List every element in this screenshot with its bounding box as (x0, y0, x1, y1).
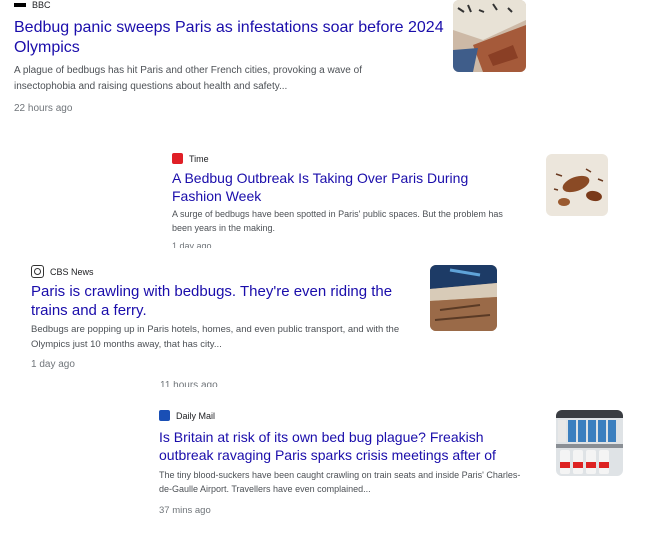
news-card-bbc[interactable]: BBC Bedbug panic sweeps Paris as infesta… (12, 0, 532, 118)
news-card-cbs[interactable]: CBS News Paris is crawling with bedbugs.… (28, 260, 503, 378)
article-title[interactable]: Paris is crawling with bedbugs. They're … (31, 283, 426, 321)
article-thumbnail[interactable] (546, 154, 608, 216)
news-card-time[interactable]: Time A Bedbug Outbreak Is Taking Over Pa… (170, 150, 610, 248)
news-card-dailymail[interactable]: Daily Mail Is Britain at risk of its own… (156, 405, 626, 520)
article-thumbnail[interactable] (453, 0, 526, 72)
partial-time-label: 11 hours ago (160, 381, 218, 387)
article-snippet: A surge of bedbugs have been spotted in … (172, 209, 503, 234)
article-time: 37 mins ago (159, 505, 211, 516)
cbs-logo-icon (31, 265, 44, 278)
article-time: 1 day ago (172, 241, 212, 248)
source-name: BBC (32, 0, 51, 10)
article-time: 1 day ago (31, 359, 75, 370)
source-name: Time (189, 153, 209, 164)
dailymail-logo-icon (159, 410, 170, 421)
article-thumbnail[interactable] (556, 410, 623, 476)
article-thumbnail[interactable] (430, 265, 497, 331)
article-title[interactable]: A Bedbug Outbreak Is Taking Over Paris D… (172, 170, 517, 205)
article-time: 22 hours ago (14, 103, 73, 114)
article-snippet: Bedbugs are popping up in Paris hotels, … (31, 324, 400, 351)
source-name: CBS News (50, 266, 94, 277)
bbc-logo-icon (14, 3, 26, 7)
article-title[interactable]: Bedbug panic sweeps Paris as infestation… (14, 18, 444, 58)
source-name: Daily Mail (176, 410, 216, 421)
article-snippet: A plague of bedbugs has hit Paris and ot… (14, 65, 362, 92)
article-title[interactable]: Is Britain at risk of its own bed bug pl… (159, 429, 524, 464)
time-logo-icon (172, 153, 183, 164)
article-snippet: The tiny blood-suckers have been caught … (159, 470, 521, 495)
